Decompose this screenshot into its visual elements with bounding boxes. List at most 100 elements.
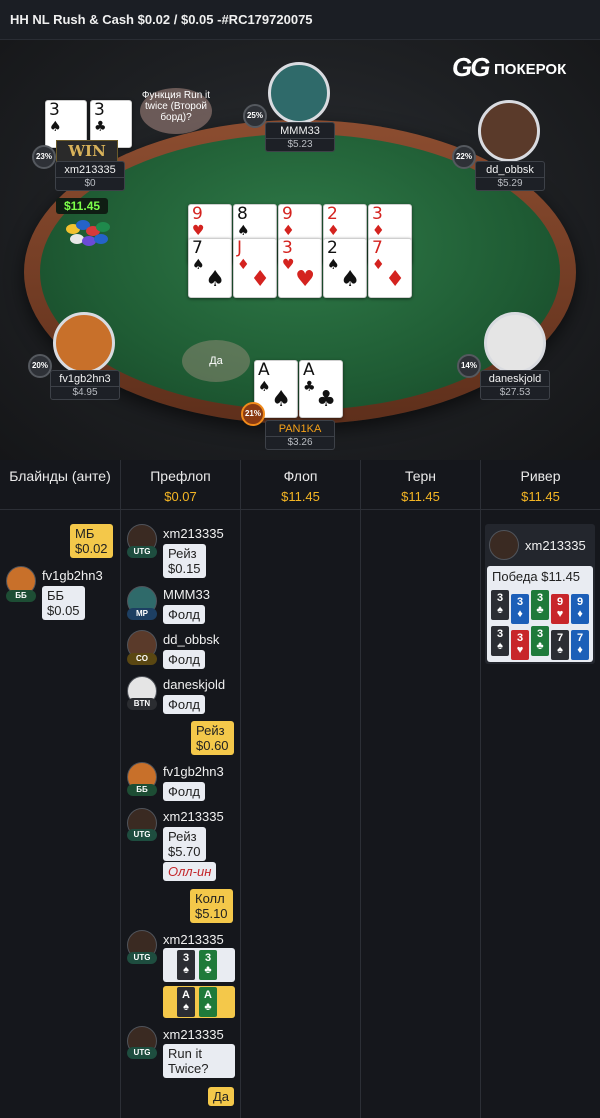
- player-stack: $27.53: [481, 386, 549, 399]
- mini-card: 3 ♠: [177, 950, 195, 980]
- action-label: Рейз: [168, 829, 197, 844]
- card-suit-big: ♠: [271, 387, 291, 412]
- mini-card: 3 ♣: [531, 590, 549, 620]
- action-bubble: Фолд: [163, 782, 205, 801]
- card-rank: 3: [204, 952, 212, 964]
- board-card: 3 ♥ ♥: [278, 238, 322, 298]
- card-suit: ♠: [192, 257, 205, 273]
- player-name: xm213335: [163, 1027, 224, 1042]
- col-title: Ривер: [520, 468, 561, 484]
- player-stack: $5.23: [266, 138, 334, 151]
- mini-card: 7 ♠: [551, 630, 569, 660]
- result-panel: Победа $11.45 3 ♠ 3 ♦ 3 ♣ 9 ♥ 9 ♦ 3 ♠ 3 ♥ 3 ♣ 7 ♠…: [487, 566, 593, 662]
- card-rank: A: [258, 360, 270, 380]
- card-suit: ♦: [577, 644, 583, 656]
- bb-label: ББ: [47, 588, 65, 603]
- equity-badge: 23%: [32, 145, 56, 169]
- action-label: Рейз: [168, 546, 197, 561]
- action-amount: $0.15: [168, 561, 201, 576]
- player-avatar[interactable]: [268, 62, 330, 124]
- player-nameplate[interactable]: daneskjold $27.53: [480, 370, 550, 400]
- logo-brand: ПОКЕРОК: [494, 61, 567, 78]
- run-it-twice-bubble: Функция Run it twice (Второй борд)?: [140, 88, 212, 134]
- card-rank: 9: [282, 204, 293, 224]
- result-text: Победа $11.45: [492, 569, 581, 584]
- card-suit: ♣: [94, 119, 107, 135]
- action-amount: $0.60: [196, 738, 229, 753]
- player-avatar[interactable]: [484, 312, 546, 374]
- col-title: Флоп: [283, 468, 318, 484]
- sb-amount: $0.02: [75, 541, 108, 556]
- hero-action-bubble: Рейз $0.60: [191, 721, 234, 755]
- poker-table-view: GG ПОКЕРОК 9 ♥ 8 ♠ 9 ♦ 2 ♦ 3 ♦ 7 ♠ ♠ J ♦ ♦ 3 ♥ ♥ 2 ♠…: [0, 40, 600, 460]
- logo-gg: GG: [452, 52, 490, 82]
- equity-badge: 21%: [241, 402, 265, 426]
- card-suit: ♠: [237, 223, 250, 239]
- card-suit-big: ♥: [295, 267, 315, 292]
- card-rank: 3: [516, 596, 524, 608]
- card-suit: ♥: [556, 608, 564, 620]
- player-nameplate[interactable]: fv1gb2hn3 $4.95: [50, 370, 120, 400]
- card-suit: ♠: [557, 644, 563, 656]
- divider: [240, 510, 241, 1118]
- player-name: fv1gb2hn3: [163, 764, 224, 779]
- player-avatar: [489, 530, 519, 560]
- player-name: fv1gb2hn3: [42, 568, 103, 583]
- hero-nameplate[interactable]: PAN1KA $3.26: [265, 420, 335, 450]
- col-river[interactable]: Ривер $11.45: [481, 460, 600, 510]
- col-blinds[interactable]: Блайнды (анте): [0, 460, 121, 510]
- hand-history-panel: Блайнды (анте) Префлоп $0.07 Флоп $11.45 Т…: [0, 460, 600, 1118]
- card-suit: ♣: [204, 964, 212, 976]
- col-title: Блайнды (анте): [9, 468, 111, 484]
- card-suit: ♠: [327, 257, 340, 273]
- divider: [480, 510, 481, 1118]
- card-rank: 3: [282, 238, 293, 258]
- equity-badge: 22%: [452, 145, 476, 169]
- header-bar: HH NL Rush & Cash $0.02 / $0.05 -#RC1797…: [0, 0, 600, 40]
- card-suit: ♣: [303, 379, 316, 395]
- card-rank: 3: [536, 628, 544, 640]
- card-rank: 9: [192, 204, 203, 224]
- action-bubble: Фолд: [163, 695, 205, 714]
- card-suit: ♣: [204, 1001, 212, 1013]
- card-suit-big: ♣: [316, 387, 336, 412]
- player-stack: $3.26: [266, 436, 334, 449]
- card-suit: ♠: [497, 604, 503, 616]
- card-suit: ♣: [536, 640, 544, 652]
- player-stack: $5.29: [476, 177, 544, 190]
- col-turn[interactable]: Терн $11.45: [361, 460, 481, 510]
- card-rank: 3: [516, 632, 524, 644]
- sb-label: МБ: [75, 526, 95, 541]
- card-rank: 9: [576, 596, 584, 608]
- player-name: xm213335: [163, 526, 224, 541]
- allin-bubble: Олл-ин: [163, 862, 217, 881]
- mini-card: A ♠: [177, 987, 195, 1017]
- col-preflop[interactable]: Префлоп $0.07: [121, 460, 241, 510]
- action-label: Колл: [195, 891, 225, 906]
- hole-card: A ♣ ♣: [299, 360, 343, 418]
- position-badge: UTG: [127, 829, 157, 841]
- col-flop[interactable]: Флоп $11.45: [241, 460, 361, 510]
- col-title: Терн: [404, 468, 437, 484]
- card-rank: 3: [496, 628, 504, 640]
- col-pot: $11.45: [521, 489, 560, 504]
- divider: [360, 510, 361, 1118]
- player-avatar[interactable]: [53, 312, 115, 374]
- card-suit: ♦: [577, 608, 583, 620]
- card-suit: ♠: [258, 379, 271, 395]
- card-rank: A: [182, 989, 190, 1001]
- player-nameplate[interactable]: dd_obbsk $5.29: [475, 161, 545, 191]
- player-nameplate[interactable]: xm213335 $0: [55, 161, 125, 191]
- player-nameplate[interactable]: MMM33 $5.23: [265, 122, 335, 152]
- card-rank: 3: [536, 592, 544, 604]
- player-avatar[interactable]: [478, 100, 540, 162]
- hero-answer-bubble: Да: [208, 1087, 235, 1106]
- player-name: dd_obbsk: [163, 632, 220, 647]
- action-amount: $5.70: [168, 844, 201, 859]
- hero-action-bubble: Колл $5.10: [190, 889, 233, 923]
- player-name: xm213335: [64, 164, 116, 176]
- card-suit: ♠: [183, 964, 189, 976]
- bb-amount: $0.05: [47, 603, 80, 618]
- card-suit: ♥: [516, 644, 524, 656]
- player-stack: $4.95: [51, 386, 119, 399]
